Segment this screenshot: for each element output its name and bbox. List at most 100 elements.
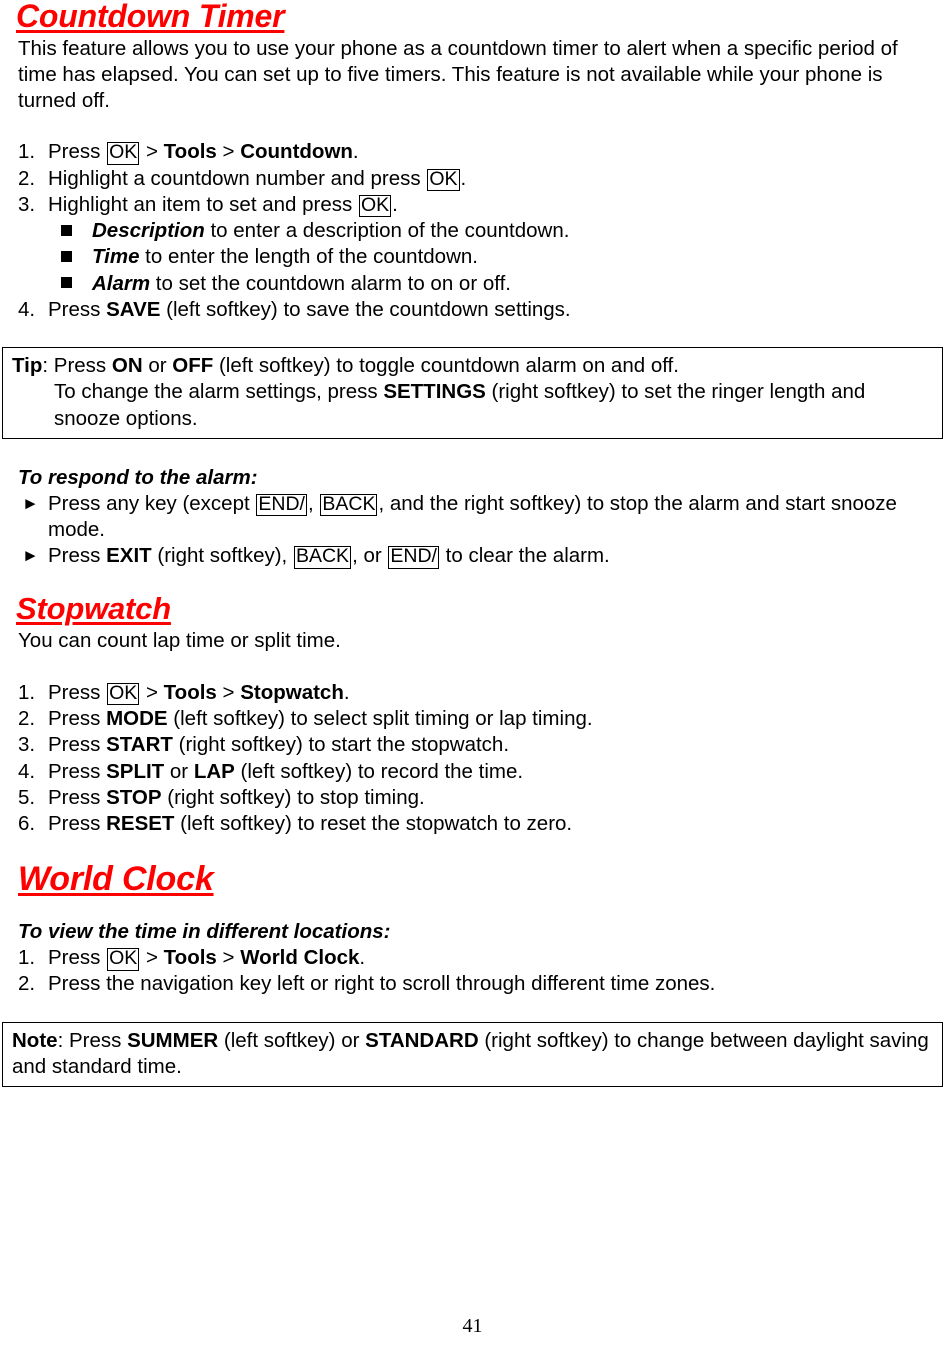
keycap-back[interactable]: BACK — [293, 546, 352, 569]
step-text: Highlight an item to set and press OK. — [48, 192, 941, 218]
softkey-mode: MODE — [106, 707, 168, 731]
square-bullet-icon — [4, 244, 92, 270]
step-text: Press SAVE (left softkey) to save the co… — [48, 297, 941, 323]
step-number: 1. — [18, 680, 36, 704]
softkey-on: ON — [111, 354, 143, 378]
tip-line1-post: (left softkey) to toggle countdown alarm… — [213, 354, 679, 378]
manual-page: Countdown Timer This feature allows you … — [0, 0, 945, 1356]
tip-callout-box: Tip: Press ON or OFF (left softkey) to t… — [2, 347, 943, 439]
softkey-standard: STANDARD — [365, 1028, 479, 1052]
step-text-sep2: > — [216, 140, 241, 164]
step-text-sep1: > — [140, 946, 164, 970]
option-description: to set the countdown alarm to on or off. — [150, 271, 511, 295]
step-text: Press OK > Tools > Stopwatch. — [48, 680, 941, 706]
step-text: Press OK > Tools > Countdown. — [48, 139, 941, 165]
menu-item-stopwatch: Stopwatch — [240, 680, 344, 704]
step-text-pre: Highlight an item to set and press — [48, 192, 358, 216]
softkey-off: OFF — [172, 354, 214, 378]
keycap-ok[interactable]: OK — [107, 142, 140, 165]
step-text-pre: Press — [48, 680, 107, 704]
list-item: 6. Press RESET (left softkey) to reset t… — [4, 811, 941, 837]
softkey-lap: LAP — [193, 759, 235, 783]
softkey-start: START — [106, 733, 173, 757]
step-text-post: . — [392, 192, 398, 216]
step-text-pre: Press — [48, 812, 107, 836]
sub-bullet-text: Time to enter the length of the countdow… — [92, 244, 941, 270]
bullet-text-sep2: , or — [352, 544, 388, 568]
list-item: 1. Press OK > Tools > Stopwatch. — [4, 680, 941, 706]
step-number: 4. — [18, 759, 36, 783]
sub-bullet-text: Alarm to set the countdown alarm to on o… — [92, 271, 941, 297]
step-text-sep2: > — [216, 946, 241, 970]
bullet-text: Press EXIT (right softkey), BACK, or END… — [48, 543, 941, 569]
tip-label: Tip — [12, 354, 43, 378]
step-text-pre: Press — [48, 946, 107, 970]
step-text-pre: Press — [48, 140, 107, 164]
bullet-text-post: to clear the alarm. — [439, 544, 610, 568]
step-text-pre: Press — [48, 785, 107, 809]
bullet-text-sep1: (right softkey), — [151, 544, 293, 568]
section-heading-countdown-timer: Countdown Timer — [16, 0, 285, 34]
step-text-post: . — [460, 166, 467, 190]
step-number: 4. — [18, 297, 36, 321]
list-item: Alarm to set the countdown alarm to on o… — [4, 271, 941, 297]
note-label: Note — [12, 1028, 58, 1052]
step-text: Press OK > Tools > World Clock. — [48, 945, 941, 971]
keycap-ok[interactable]: OK — [107, 948, 140, 971]
keycap-end[interactable]: END/ — [388, 546, 439, 569]
step-text-post: (right softkey) to start the stopwatch. — [172, 733, 510, 757]
step-text-pre: Press — [48, 733, 107, 757]
stopwatch-steps-list: 1. Press OK > Tools > Stopwatch. 2. Pres… — [4, 680, 941, 837]
tip-line1-pre: : Press — [42, 354, 112, 378]
list-item: 5. Press STOP (right softkey) to stop ti… — [4, 785, 941, 811]
step-text: Press RESET (left softkey) to reset the … — [48, 811, 941, 837]
list-item: 4. Press SAVE (left softkey) to save the… — [4, 297, 941, 323]
step-number: 6. — [18, 812, 36, 836]
note-mid: (left softkey) or — [218, 1028, 366, 1052]
stopwatch-intro-paragraph: You can count lap time or split time. — [18, 629, 341, 653]
softkey-save: SAVE — [106, 297, 161, 321]
step-text-sep1: > — [140, 140, 164, 164]
step-text: Press MODE (left softkey) to select spli… — [48, 706, 941, 732]
list-item: ► Press any key (except END/, BACK, and … — [4, 491, 941, 543]
step-text-post: . — [343, 680, 350, 704]
softkey-exit: EXIT — [106, 544, 152, 568]
bullet-text: Press any key (except END/, BACK, and th… — [48, 491, 941, 543]
list-item: 1. Press OK > Tools > Countdown. — [4, 139, 941, 165]
worldclock-steps-list: 1. Press OK > Tools > World Clock. 2. Pr… — [4, 945, 941, 997]
keycap-end[interactable]: END/ — [256, 493, 307, 517]
stopwatch-heading-wrap: Stopwatch — [4, 592, 941, 626]
step-text: Press STOP (right softkey) to stop timin… — [48, 785, 941, 811]
softkey-reset: RESET — [106, 812, 175, 836]
bullet-text-pre: Press any key (except — [48, 491, 256, 515]
subheading-respond-to-alarm: To respond to the alarm: — [18, 465, 258, 489]
keycap-back[interactable]: BACK — [320, 493, 378, 517]
option-description: to enter a description of the countdown. — [204, 219, 570, 243]
keycap-ok[interactable]: OK — [427, 168, 460, 192]
step-text-post: (left softkey) to save the countdown set… — [160, 297, 571, 321]
list-item: Description to enter a description of th… — [4, 218, 941, 244]
step-text-post: (left softkey) to select split timing or… — [167, 707, 593, 731]
menu-item-tools: Tools — [163, 946, 217, 970]
step-text-sep1: or — [164, 759, 194, 783]
step-text-pre: Highlight a countdown number and press — [48, 166, 427, 190]
step-text-post: . — [359, 946, 366, 970]
step-text-sep1: > — [140, 680, 164, 704]
softkey-split: SPLIT — [106, 759, 165, 783]
list-item: 3. Press START (right softkey) to start … — [4, 732, 941, 758]
list-item: 2. Highlight a countdown number and pres… — [4, 166, 941, 192]
step-text-post: (right softkey) to stop timing. — [161, 785, 425, 809]
keycap-ok[interactable]: OK — [107, 682, 140, 706]
list-item: 4. Press SPLIT or LAP (left softkey) to … — [4, 759, 941, 785]
step-text-post: . — [352, 140, 359, 164]
keycap-ok[interactable]: OK — [358, 194, 392, 218]
list-item: 2. Press the navigation key left or righ… — [4, 971, 941, 997]
worldclock-heading-wrap: World Clock — [4, 861, 941, 897]
step-text: Highlight a countdown number and press O… — [48, 166, 941, 192]
menu-item-countdown: Countdown — [240, 140, 353, 164]
list-item: ► Press EXIT (right softkey), BACK, or E… — [4, 543, 941, 569]
menu-item-tools: Tools — [163, 140, 217, 164]
square-bullet-icon — [4, 218, 92, 244]
step-number: 2. — [18, 707, 36, 731]
step-text-pre: Press — [48, 297, 107, 321]
